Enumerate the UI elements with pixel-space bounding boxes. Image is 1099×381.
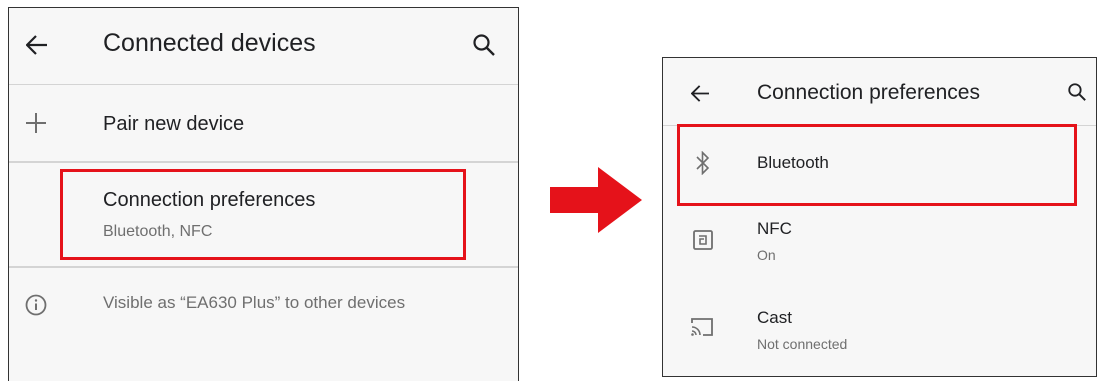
search-icon[interactable]	[473, 34, 495, 56]
highlight-box	[677, 124, 1077, 206]
highlight-box	[60, 169, 466, 260]
cast-icon	[691, 318, 713, 336]
visible-as-text: Visible as “EA630 Plus” to other devices	[103, 293, 406, 312]
nfc-icon	[693, 230, 713, 250]
visible-as-item: Visible as “EA630 Plus” to other devices	[9, 268, 518, 348]
nfc-item[interactable]: NFC On	[663, 204, 1096, 284]
cast-summary: Not connected	[757, 336, 848, 352]
cast-label: Cast	[757, 308, 792, 327]
search-icon[interactable]	[1068, 83, 1086, 101]
pair-new-device-item[interactable]: Pair new device	[9, 85, 518, 162]
cast-item[interactable]: Cast Not connected	[663, 284, 1096, 374]
arrow-right-icon	[550, 167, 642, 233]
arrow-left-icon[interactable]	[26, 35, 48, 55]
app-bar: Connection preferences	[663, 58, 1096, 126]
app-bar: Connected devices	[9, 8, 518, 85]
nfc-label: NFC	[757, 219, 792, 238]
plus-icon	[26, 113, 46, 133]
page-title: Connection preferences	[757, 81, 980, 104]
pair-new-device-label: Pair new device	[103, 113, 245, 135]
nfc-summary: On	[757, 247, 776, 263]
arrow-left-icon[interactable]	[691, 85, 710, 102]
info-icon	[25, 294, 47, 316]
connection-preferences-screen: Connection preferences Bluetooth NFC On …	[662, 57, 1097, 377]
page-title: Connected devices	[103, 29, 316, 57]
